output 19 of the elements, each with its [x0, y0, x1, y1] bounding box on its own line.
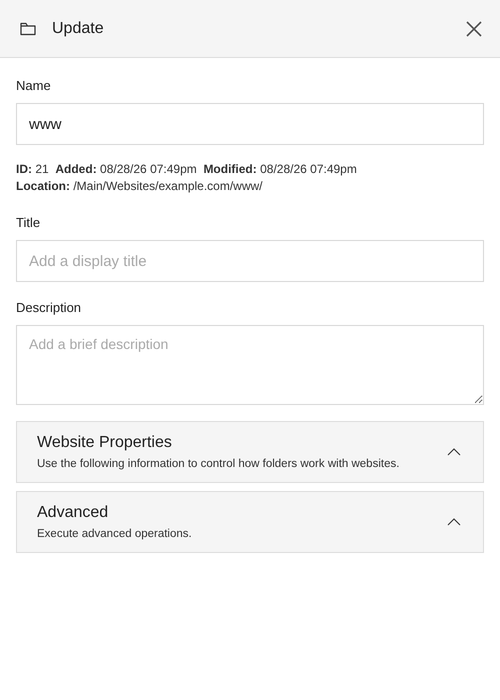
- section-title: Website Properties: [37, 434, 173, 452]
- folder-icon: [20, 22, 36, 36]
- section-title: Advanced: [37, 504, 110, 522]
- section-panel[interactable]: Website Properties Use the following information to control how folders work with websites.: [16, 421, 484, 483]
- close-icon[interactable]: [466, 20, 482, 36]
- description-field[interactable]: Add a brief description: [16, 325, 484, 405]
- chevron-up-icon: [447, 518, 461, 526]
- name-field[interactable]: www: [16, 103, 484, 145]
- chevron-up-icon: [447, 448, 461, 456]
- dialog-title: Update: [52, 20, 105, 38]
- metadata-line: ID: 21 Added: 08/28/26 07:49pm Modified: 08/28/26 07:49pm: [16, 161, 358, 178]
- section-description: Execute advanced operations.: [37, 528, 193, 540]
- field-label: Description: [16, 300, 82, 315]
- field-label: Title: [16, 215, 42, 230]
- metadata-line: Location: /Main/Websites/example.com/www/: [16, 178, 264, 195]
- field-label: Name: [16, 78, 52, 93]
- section-panel[interactable]: Advanced Execute advanced operations.: [16, 491, 484, 553]
- section-description: Use the following information to control how folders work with websites.: [37, 458, 400, 470]
- title-field[interactable]: Add a display title: [16, 240, 484, 282]
